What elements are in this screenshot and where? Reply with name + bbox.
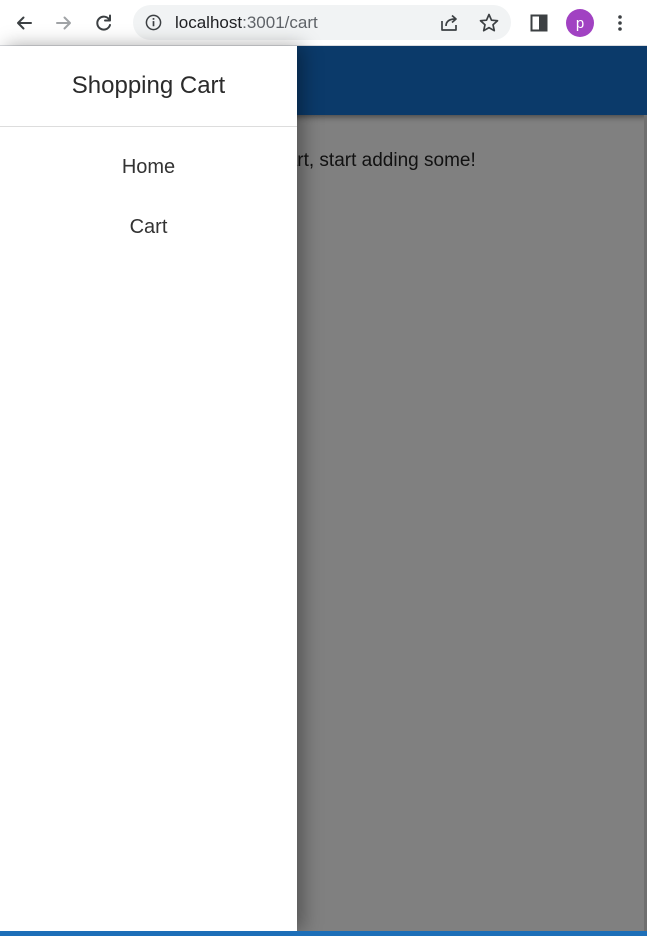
- navigation-drawer: Shopping Cart Home Cart: [0, 46, 297, 931]
- url-path: :3001/cart: [242, 13, 318, 32]
- star-icon[interactable]: [478, 12, 500, 34]
- side-panel-icon: [530, 14, 548, 32]
- browser-toolbar: localhost:3001/cart p: [0, 0, 647, 46]
- drawer-item-cart[interactable]: Cart: [0, 203, 297, 251]
- arrow-left-icon: [17, 16, 32, 30]
- reload-button[interactable]: [88, 7, 120, 39]
- side-panel-button[interactable]: [523, 7, 555, 39]
- url-text[interactable]: localhost:3001/cart: [175, 13, 318, 33]
- drawer-item-home[interactable]: Home: [0, 143, 297, 191]
- back-button[interactable]: [8, 7, 40, 39]
- drawer-title: Shopping Cart: [0, 46, 297, 127]
- taskbar-strip: [0, 931, 647, 936]
- reload-icon: [96, 14, 111, 31]
- kebab-menu-icon: [618, 15, 622, 31]
- address-bar[interactable]: localhost:3001/cart: [133, 5, 511, 40]
- arrow-right-icon: [56, 16, 71, 30]
- url-host: localhost: [175, 13, 243, 32]
- forward-button[interactable]: [48, 7, 80, 39]
- profile-avatar[interactable]: p: [566, 9, 594, 37]
- share-icon[interactable]: [438, 12, 460, 34]
- browser-menu-button[interactable]: [604, 7, 636, 39]
- info-icon[interactable]: [145, 14, 162, 31]
